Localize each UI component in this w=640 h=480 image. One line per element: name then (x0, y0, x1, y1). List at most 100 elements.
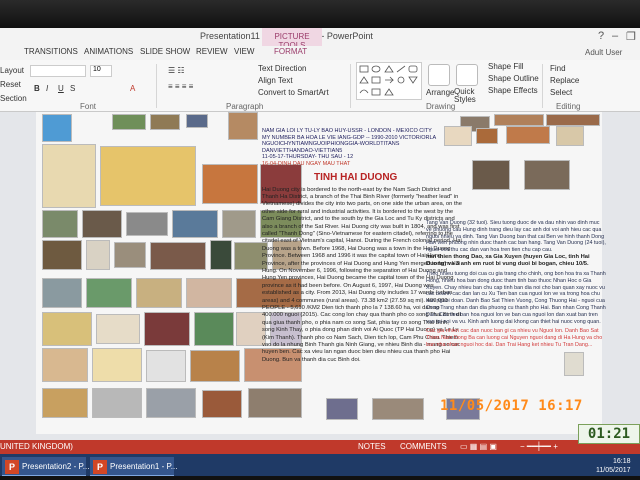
title-bar: Presentation11 - HAI DUONG - PowerPoint … (0, 28, 640, 68)
shape-effects-button[interactable]: Shape Effects (488, 86, 538, 95)
restore-icon[interactable]: ❐ (626, 30, 636, 43)
city-photo[interactable] (92, 388, 142, 418)
portrait-photo[interactable] (524, 160, 570, 190)
comments-button[interactable]: COMMENTS (400, 442, 447, 451)
dessert-photo[interactable] (146, 350, 186, 382)
province-map[interactable] (42, 144, 96, 208)
taskbar-item-presentation1[interactable]: P Presentation1 - P... (90, 457, 177, 477)
food-dish-photo[interactable] (476, 128, 498, 144)
font-size-box[interactable]: 10 (90, 65, 112, 77)
landscape-photo[interactable] (150, 114, 180, 130)
temple-photo[interactable] (82, 210, 122, 238)
taskbar-clock[interactable]: 16:18 11/05/2017 (596, 457, 631, 475)
italic-button[interactable]: I (46, 84, 48, 93)
tab-view[interactable]: VIEW (234, 47, 254, 56)
shape-fill-button[interactable]: Shape Fill (488, 62, 524, 71)
camera-timestamp: 11/05/2017 16:17 (440, 398, 583, 414)
help-icon[interactable]: ? (598, 30, 604, 42)
find-button[interactable]: Find (550, 64, 566, 73)
street-photo[interactable] (172, 210, 218, 238)
food-dish-photo[interactable] (42, 312, 92, 346)
food-strip-photo[interactable] (494, 114, 544, 126)
quick-styles-button[interactable]: Quick Styles (454, 88, 484, 104)
slide[interactable]: NAM GIA LOI LY TU-LY BAO HUY-USSR - LOND… (36, 112, 606, 434)
building-photo[interactable] (222, 210, 256, 238)
text-direction-button[interactable]: Text Direction (258, 64, 306, 73)
food-strip-photo[interactable] (546, 114, 600, 126)
church-photo[interactable] (146, 388, 196, 418)
minimize-icon[interactable]: – (612, 30, 618, 42)
food-dish-photo[interactable] (42, 348, 88, 382)
bold-button[interactable]: B (34, 84, 40, 93)
zoom-slider[interactable]: − ━━┿━━ + (520, 442, 558, 451)
view-buttons[interactable]: ▭ ▦ ▤ ▣ (460, 442, 497, 451)
replace-button[interactable]: Replace (550, 76, 579, 85)
quick-styles-icon[interactable] (456, 64, 478, 86)
tab-review[interactable]: REVIEW (196, 47, 228, 56)
ornament-photo[interactable] (136, 278, 182, 308)
tab-format[interactable]: FORMAT (274, 47, 307, 56)
layout-button[interactable]: Layout (0, 66, 24, 75)
photo[interactable] (326, 398, 358, 420)
language-indicator[interactable]: ENGLISH (UNITED KINGDOM) (0, 442, 73, 451)
lychee-photo[interactable] (144, 312, 190, 346)
select-button[interactable]: Select (550, 88, 572, 97)
tab-transitions[interactable]: TRANSITIONS (24, 47, 78, 56)
drawing-group-label: Drawing (426, 102, 456, 111)
right-text-paragraph: Tang Van Duong (32 tuoi). Sieu tuong duo… (426, 220, 606, 254)
reset-button[interactable]: Reset (0, 80, 21, 89)
convert-smartart-button[interactable]: Convert to SmartArt (258, 88, 329, 97)
font-color-button[interactable]: A (130, 84, 135, 93)
village-photo[interactable] (42, 278, 82, 308)
boat-festival-photo[interactable] (202, 164, 258, 204)
landscape-photo[interactable] (112, 114, 146, 130)
slide-timer: 01:21 (578, 424, 640, 444)
portrait-photo[interactable] (472, 160, 510, 190)
portrait-drawing[interactable] (86, 240, 110, 270)
right-text-bold: han thien thong Dao, xa Gia Xuyen (huyen… (426, 253, 590, 267)
food-dish-photo[interactable] (506, 126, 550, 144)
city-photo[interactable] (126, 212, 168, 236)
district-map[interactable] (100, 146, 196, 206)
food-dish-photo[interactable] (42, 388, 88, 418)
portrait-photo[interactable] (228, 112, 258, 140)
statue-photo[interactable] (114, 242, 146, 268)
photo[interactable] (186, 114, 208, 128)
people-photo[interactable] (248, 388, 302, 418)
align-buttons[interactable]: ≡ ≡ ≡ ≡ (168, 82, 193, 91)
portrait-drawing[interactable] (564, 352, 584, 376)
right-text-small: Theo nhieu tuong doi cua cu gia trang ch… (426, 270, 606, 325)
user-account[interactable]: Adult User (585, 48, 622, 57)
carving-photo[interactable] (186, 278, 232, 308)
soldier-portrait[interactable] (210, 240, 232, 270)
document-photo[interactable] (372, 398, 424, 420)
underline-button[interactable]: U (58, 84, 64, 93)
food-dish-photo[interactable] (96, 314, 140, 344)
tab-animations[interactable]: ANIMATIONS (84, 47, 133, 56)
taskbar-item-presentation2[interactable]: P Presentation2 - P... (2, 457, 89, 477)
arrange-icon[interactable] (428, 64, 450, 86)
food-dish-photo[interactable] (190, 350, 240, 382)
river-photo[interactable] (150, 242, 206, 270)
section-button[interactable]: Section (0, 94, 27, 103)
shapes-icon (359, 65, 418, 96)
align-text-button[interactable]: Align Text (258, 76, 293, 85)
food-dish-photo[interactable] (92, 348, 142, 382)
arrange-button[interactable]: Arrange (426, 88, 454, 97)
right-text-box[interactable]: Tang Van Duong (32 tuoi). Sieu tuong duo… (426, 220, 606, 349)
field-photo[interactable] (86, 278, 132, 308)
market-photo[interactable] (194, 312, 234, 346)
shapes-gallery[interactable] (356, 62, 422, 100)
font-name-box[interactable] (30, 65, 86, 77)
tab-slide-show[interactable]: SLIDE SHOW (140, 47, 190, 56)
shadow-button[interactable]: S (70, 84, 75, 93)
food-dish-photo[interactable] (556, 126, 584, 146)
shape-outline-button[interactable]: Shape Outline (488, 74, 539, 83)
notes-button[interactable]: NOTES (358, 442, 386, 451)
bullets-button[interactable]: ☰ ☷ (168, 66, 185, 75)
gate-photo[interactable] (42, 210, 78, 238)
vietnam-map-thumbnail[interactable] (42, 114, 72, 142)
right-text-red: Cac gia nhien cac dan nuoc ban gi ca nhi… (426, 328, 603, 348)
monument-photo[interactable] (42, 240, 82, 270)
food-dish-photo[interactable] (202, 390, 242, 418)
